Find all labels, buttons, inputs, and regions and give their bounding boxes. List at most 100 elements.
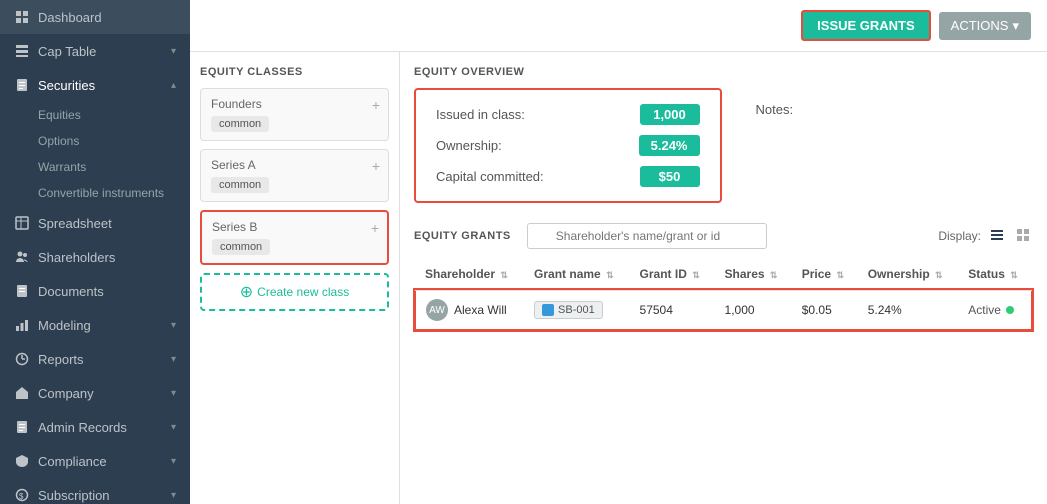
equity-classes-panel: EQUITY CLASSES + Founders common + Serie… <box>190 52 400 504</box>
overview-row-issued: Issued in class: 1,000 <box>436 104 700 125</box>
capital-label: Capital committed: <box>436 169 544 184</box>
sort-icon: ⇅ <box>836 270 844 280</box>
notes-label: Notes: <box>756 102 794 117</box>
overview-row-capital: Capital committed: $50 <box>436 166 700 187</box>
sidebar-item-modeling[interactable]: Modeling ▾ <box>0 308 190 342</box>
col-ownership[interactable]: Ownership ⇅ <box>858 259 959 290</box>
sidebar-item-label: Shareholders <box>38 250 176 265</box>
sidebar-item-options[interactable]: Options <box>38 128 190 154</box>
table-header-row: Shareholder ⇅ Grant name ⇅ Grant ID ⇅ Sh… <box>415 259 1032 290</box>
sidebar-item-equities[interactable]: Equities <box>38 102 190 128</box>
issued-value: 1,000 <box>640 104 700 125</box>
col-grant-id[interactable]: Grant ID ⇅ <box>630 259 715 290</box>
col-grant-name[interactable]: Grant name ⇅ <box>524 259 630 290</box>
sidebar-item-compliance[interactable]: Compliance ▾ <box>0 444 190 478</box>
grant-name-cell: SB-001 <box>524 290 630 330</box>
sort-icon: ⇅ <box>1010 270 1018 280</box>
shareholder-name: Alexa Will <box>454 303 507 317</box>
issue-grants-button[interactable]: ISSUE GRANTS <box>801 10 931 41</box>
plus-icon: ⊕ <box>240 282 253 302</box>
col-status[interactable]: Status ⇅ <box>958 259 1032 290</box>
equity-classes-title: EQUITY CLASSES <box>200 66 389 78</box>
sidebar-item-label: Modeling <box>38 318 163 333</box>
add-icon[interactable]: + <box>372 158 380 174</box>
sidebar-item-warrants[interactable]: Warrants <box>38 154 190 180</box>
shareholders-icon <box>14 249 30 265</box>
table-row[interactable]: AW Alexa Will SB-001 57504 <box>415 290 1032 330</box>
equity-grants-title: EQUITY GRANTS <box>414 230 511 242</box>
content-area: EQUITY CLASSES + Founders common + Serie… <box>190 52 1047 504</box>
equity-class-series-b[interactable]: + Series B common <box>200 210 389 265</box>
sort-icon: ⇅ <box>770 270 778 280</box>
class-type: common <box>211 177 269 193</box>
grid-view-icon[interactable] <box>1013 225 1033 248</box>
sidebar-item-label: Reports <box>38 352 163 367</box>
sidebar-item-shareholders[interactable]: Shareholders <box>0 240 190 274</box>
sidebar-item-company[interactable]: Company ▾ <box>0 376 190 410</box>
col-shares[interactable]: Shares ⇅ <box>715 259 792 290</box>
sidebar: Dashboard Cap Table ▾ Securities ▴ Equit… <box>0 0 190 504</box>
sidebar-item-admin-records[interactable]: Admin Records ▾ <box>0 410 190 444</box>
status-cell: Active <box>958 290 1032 330</box>
sidebar-item-cap-table[interactable]: Cap Table ▾ <box>0 34 190 68</box>
dashboard-icon <box>14 9 30 25</box>
sidebar-item-label: Documents <box>38 284 176 299</box>
add-icon[interactable]: + <box>371 220 379 236</box>
shares-cell: 1,000 <box>715 290 792 330</box>
chevron-down-icon: ▾ <box>1012 18 1019 34</box>
chevron-down-icon: ▾ <box>171 422 176 433</box>
equity-overview-section: EQUITY OVERVIEW Issued in class: 1,000 O… <box>414 66 1033 203</box>
spreadsheet-icon <box>14 215 30 231</box>
sidebar-item-subscription[interactable]: $ Subscription ▾ <box>0 478 190 504</box>
display-toggle: Display: <box>938 225 1033 248</box>
list-view-icon[interactable] <box>987 225 1007 248</box>
grant-id-cell: 57504 <box>630 290 715 330</box>
equity-class-founders[interactable]: + Founders common <box>200 88 389 141</box>
grants-table: Shareholder ⇅ Grant name ⇅ Grant ID ⇅ Sh… <box>414 259 1033 331</box>
sidebar-item-label: Cap Table <box>38 44 163 59</box>
right-panel: EQUITY OVERVIEW Issued in class: 1,000 O… <box>400 52 1047 504</box>
grants-title-area: EQUITY GRANTS 🔍 <box>414 223 767 249</box>
class-type: common <box>212 239 270 255</box>
svg-text:$: $ <box>19 492 24 501</box>
sort-icon: ⇅ <box>935 270 943 280</box>
display-label: Display: <box>938 229 981 243</box>
capital-value: $50 <box>640 166 700 187</box>
sidebar-item-spreadsheet[interactable]: Spreadsheet <box>0 206 190 240</box>
securities-subnav: Equities Options Warrants Convertible in… <box>0 102 190 206</box>
sidebar-item-dashboard[interactable]: Dashboard <box>0 0 190 34</box>
class-name: Series B <box>212 220 377 234</box>
sidebar-item-label: Admin Records <box>38 420 163 435</box>
search-input[interactable] <box>527 223 767 249</box>
grant-icon <box>542 304 554 316</box>
create-label: Create new class <box>257 285 349 299</box>
overview-grid: Issued in class: 1,000 Ownership: 5.24% … <box>414 88 1033 203</box>
create-new-class-button[interactable]: ⊕ Create new class <box>200 273 389 311</box>
notes-box: Notes: <box>742 88 1034 203</box>
search-wrapper: 🔍 <box>527 223 767 249</box>
chevron-up-icon: ▴ <box>171 80 176 91</box>
chevron-down-icon: ▾ <box>171 456 176 467</box>
equity-class-series-a[interactable]: + Series A common <box>200 149 389 202</box>
chevron-down-icon: ▾ <box>171 490 176 501</box>
chevron-down-icon: ▾ <box>171 320 176 331</box>
company-icon <box>14 385 30 401</box>
sidebar-item-convertible[interactable]: Convertible instruments <box>38 180 190 206</box>
sidebar-item-securities[interactable]: Securities ▴ <box>0 68 190 102</box>
ownership-label: Ownership: <box>436 138 502 153</box>
add-icon[interactable]: + <box>372 97 380 113</box>
sidebar-item-label: Dashboard <box>38 10 176 25</box>
col-shareholder[interactable]: Shareholder ⇅ <box>415 259 524 290</box>
col-price[interactable]: Price ⇅ <box>792 259 858 290</box>
actions-label: ACTIONS <box>951 18 1009 33</box>
grants-header: EQUITY GRANTS 🔍 Display: <box>414 223 1033 249</box>
sidebar-item-label: Spreadsheet <box>38 216 176 231</box>
documents-icon <box>14 283 30 299</box>
class-name: Founders <box>211 97 378 111</box>
subscription-icon: $ <box>14 487 30 503</box>
actions-button[interactable]: ACTIONS ▾ <box>939 12 1031 40</box>
sort-icon: ⇅ <box>500 270 508 280</box>
sidebar-item-documents[interactable]: Documents <box>0 274 190 308</box>
sidebar-item-reports[interactable]: Reports ▾ <box>0 342 190 376</box>
class-name: Series A <box>211 158 378 172</box>
